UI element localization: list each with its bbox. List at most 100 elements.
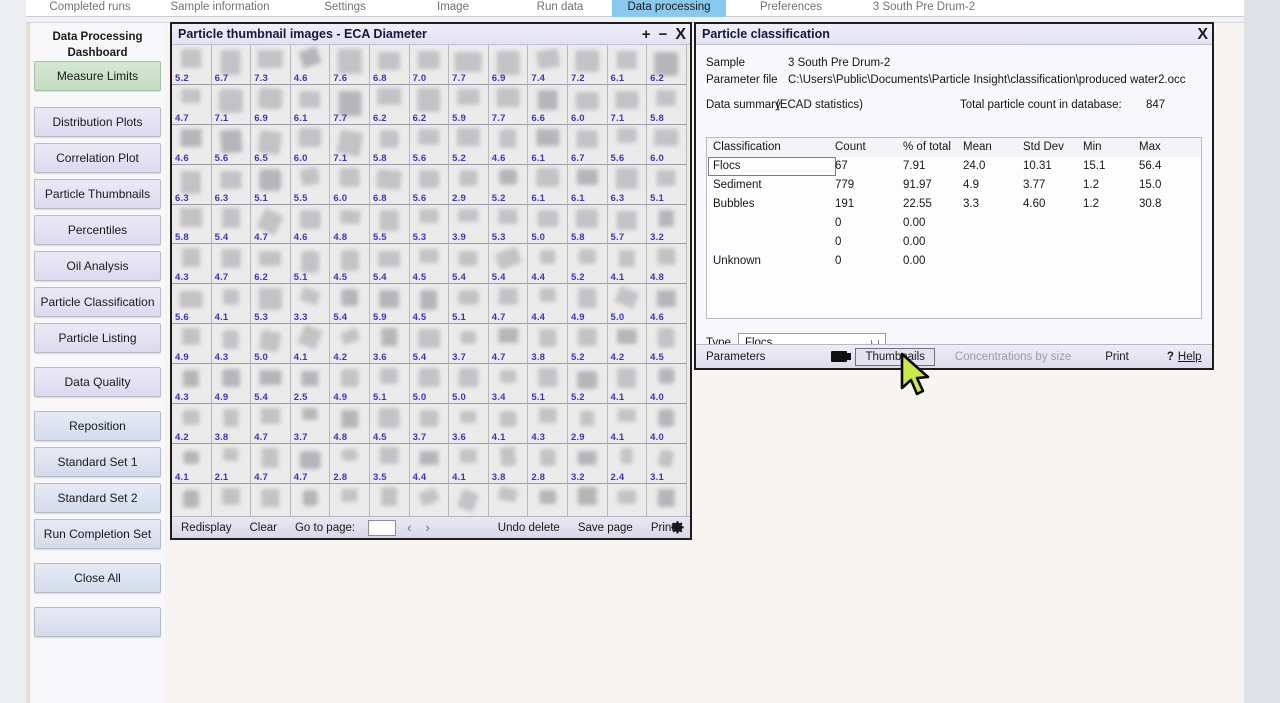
- classification-print-button[interactable]: Print: [1095, 351, 1139, 363]
- thumbnail-cell[interactable]: 3.6: [449, 404, 489, 444]
- thumbnail-cell[interactable]: 5.1: [251, 164, 291, 205]
- dashboard-button-reposition[interactable]: Reposition: [34, 411, 161, 441]
- thumbnail-cell[interactable]: 7.4: [528, 45, 568, 85]
- thumbnail-cell[interactable]: 7.1: [211, 84, 252, 125]
- thumbnail-cell[interactable]: 4.1: [607, 404, 648, 444]
- thumbnail-cell[interactable]: 5.4: [488, 244, 529, 285]
- thumbnail-cell[interactable]: 2.1: [211, 443, 252, 484]
- thumbnail-cell[interactable]: 6.2: [647, 45, 687, 85]
- dashboard-button-close-all[interactable]: Close All: [34, 563, 161, 593]
- thumbnail-cell[interactable]: 3.3: [290, 284, 331, 325]
- classification-title-bar[interactable]: Particle classification X: [696, 24, 1212, 45]
- tab-data-processing[interactable]: Data processing: [612, 0, 726, 17]
- thumbnail-cell[interactable]: 5.6: [211, 124, 252, 165]
- thumbnail-cell[interactable]: 2.9: [449, 164, 489, 205]
- thumbnail-cell[interactable]: [449, 483, 489, 520]
- thumbnail-cell[interactable]: [647, 483, 687, 520]
- thumbnail-cell[interactable]: 4.0: [647, 364, 687, 405]
- thumbnail-cell[interactable]: 4.2: [607, 324, 648, 365]
- thumbnail-cell[interactable]: 5.8: [369, 124, 410, 165]
- thumbnail-cell[interactable]: 7.3: [251, 45, 291, 85]
- thumbnail-cell[interactable]: 6.3: [607, 164, 648, 205]
- thumbnail-cell[interactable]: 5.4: [449, 244, 489, 285]
- thumbnail-cell[interactable]: [290, 483, 331, 520]
- dashboard-button-particle-listing[interactable]: Particle Listing: [34, 323, 161, 353]
- thumbnail-cell[interactable]: 4.6: [647, 284, 687, 325]
- thumbnail-cell[interactable]: 3.4: [488, 364, 529, 405]
- tab-sample-information[interactable]: Sample information: [150, 0, 290, 17]
- zoom-in-icon[interactable]: +: [642, 24, 651, 45]
- thumbnail-cell[interactable]: 5.6: [172, 284, 212, 325]
- thumbnail-cell[interactable]: 5.6: [409, 164, 450, 205]
- thumbnail-cell[interactable]: 3.6: [369, 324, 410, 365]
- tab-completed-runs[interactable]: Completed runs: [30, 0, 150, 17]
- thumbnail-cell[interactable]: [330, 483, 370, 520]
- thumbnail-cell[interactable]: 5.4: [211, 204, 252, 245]
- tab-3-south-pre-drum-2[interactable]: 3 South Pre Drum-2: [854, 0, 994, 17]
- thumbnail-cell[interactable]: [211, 483, 252, 520]
- thumbnail-cell[interactable]: 4.8: [330, 204, 370, 245]
- dashboard-button-standard-set-1[interactable]: Standard Set 1: [34, 447, 161, 477]
- thumbnail-cell[interactable]: 4.6: [290, 45, 331, 85]
- thumbnail-cell[interactable]: [528, 483, 568, 520]
- thumbnail-cell[interactable]: 6.0: [330, 164, 370, 205]
- dashboard-button-correlation-plot[interactable]: Correlation Plot: [34, 143, 161, 173]
- thumbnail-cell[interactable]: 7.0: [409, 45, 450, 85]
- tab-settings[interactable]: Settings: [290, 0, 400, 17]
- thumbnail-cell[interactable]: 4.3: [528, 404, 568, 444]
- thumbnail-cell[interactable]: 4.5: [330, 244, 370, 285]
- thumbnail-cell[interactable]: 6.2: [409, 84, 450, 125]
- thumbnail-cell[interactable]: 6.6: [528, 84, 568, 125]
- thumbnail-cell[interactable]: [488, 483, 529, 520]
- thumbnail-cell[interactable]: 4.7: [488, 324, 529, 365]
- thumbnail-cell[interactable]: 4.6: [172, 124, 212, 165]
- thumbnail-cell[interactable]: 4.3: [172, 364, 212, 405]
- thumbnail-cell[interactable]: 6.0: [290, 124, 331, 165]
- thumbnail-cell[interactable]: 5.2: [172, 45, 212, 85]
- thumbnail-cell[interactable]: 5.0: [607, 284, 648, 325]
- thumbnail-cell[interactable]: 4.2: [172, 404, 212, 444]
- thumbnail-cell[interactable]: 7.6: [330, 45, 370, 85]
- table-row[interactable]: Sediment 779 91.97 4.9 3.77 1.2 15.0: [707, 176, 1201, 195]
- thumbnail-cell[interactable]: 6.0: [647, 124, 687, 165]
- thumbnail-cell[interactable]: 5.8: [647, 84, 687, 125]
- help-button[interactable]: ? Help: [1157, 351, 1212, 363]
- thumbnail-cell[interactable]: 4.4: [528, 284, 568, 325]
- thumbnail-cell[interactable]: 4.7: [251, 204, 291, 245]
- thumbnail-cell[interactable]: 5.6: [409, 124, 450, 165]
- next-page-icon[interactable]: ›: [418, 520, 436, 535]
- close-icon[interactable]: X: [1197, 24, 1208, 45]
- dashboard-button-data-quality[interactable]: Data Quality: [34, 367, 161, 397]
- thumbnail-cell[interactable]: 6.1: [528, 164, 568, 205]
- thumbnail-cell[interactable]: 4.6: [488, 124, 529, 165]
- thumbnail-cell[interactable]: 5.1: [449, 284, 489, 325]
- thumbnail-cell[interactable]: 4.1: [488, 404, 529, 444]
- thumbnail-cell[interactable]: 6.3: [211, 164, 252, 205]
- thumbnail-cell[interactable]: 3.7: [409, 404, 450, 444]
- tab-image[interactable]: Image: [408, 0, 498, 17]
- thumbnail-cell[interactable]: 7.7: [330, 84, 370, 125]
- thumbnail-cell[interactable]: 6.8: [369, 164, 410, 205]
- thumbnail-cell[interactable]: 4.7: [251, 404, 291, 444]
- thumbnail-cell[interactable]: 5.2: [449, 124, 489, 165]
- table-row[interactable]: 0 0.00: [707, 233, 1201, 252]
- thumbnail-cell[interactable]: 5.2: [488, 164, 529, 205]
- thumbnail-cell[interactable]: 6.7: [567, 124, 608, 165]
- thumbnail-cell[interactable]: 3.7: [449, 324, 489, 365]
- thumbnail-cell[interactable]: 4.1: [607, 244, 648, 285]
- dashboard-button-particle-classification[interactable]: Particle Classification: [34, 287, 161, 317]
- thumbnail-cell[interactable]: 6.0: [567, 84, 608, 125]
- thumbnail-cell[interactable]: 7.7: [449, 45, 489, 85]
- thumbnail-cell[interactable]: [369, 483, 410, 520]
- table-row[interactable]: Bubbles 191 22.55 3.3 4.60 1.2 30.8: [707, 195, 1201, 214]
- thumbnail-cell[interactable]: 4.3: [211, 324, 252, 365]
- dashboard-button-particle-thumbnails[interactable]: Particle Thumbnails: [34, 179, 161, 209]
- thumbnail-cell[interactable]: 4.8: [330, 404, 370, 444]
- thumbnail-cell[interactable]: 5.9: [369, 284, 410, 325]
- thumbnail-cell[interactable]: 5.8: [172, 204, 212, 245]
- thumbnail-cell[interactable]: 5.2: [567, 244, 608, 285]
- undo-delete-button[interactable]: Undo delete: [489, 522, 569, 534]
- gear-icon[interactable]: [670, 520, 685, 535]
- table-row[interactable]: Unknown 0 0.00: [707, 252, 1201, 271]
- thumbnail-cell[interactable]: 4.5: [647, 324, 687, 365]
